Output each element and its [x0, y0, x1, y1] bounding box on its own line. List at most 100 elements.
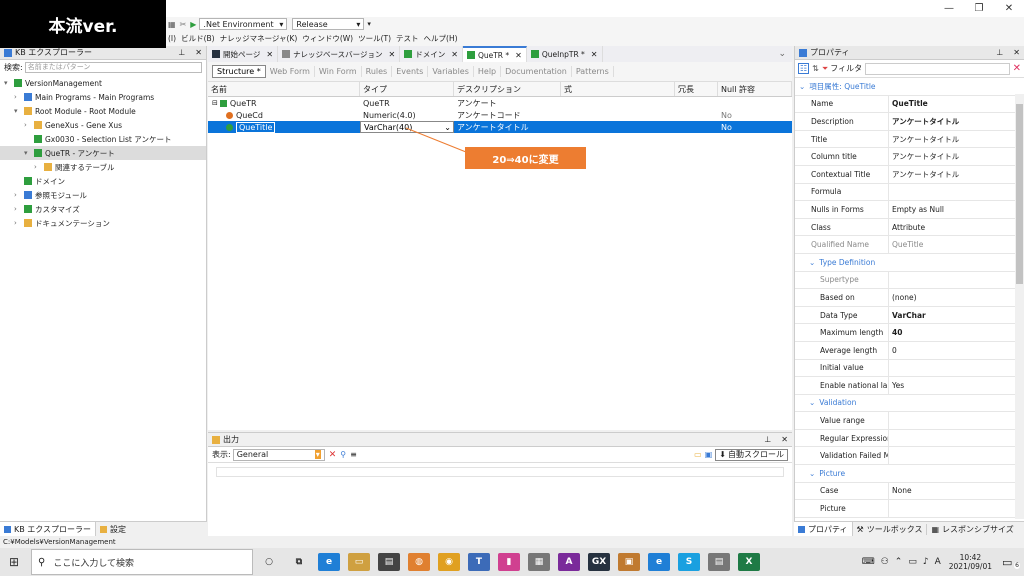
property-value[interactable]: VarChar: [889, 307, 1024, 324]
subtab[interactable]: Patterns: [572, 66, 614, 77]
volume-icon[interactable]: ♪: [923, 557, 929, 567]
cell-redundant[interactable]: [675, 97, 718, 109]
property-category[interactable]: ⌄ Picture: [795, 465, 1024, 483]
output-source-combo[interactable]: General ▾: [232, 448, 325, 461]
tree-item[interactable]: Gx0030 - Selection List アンケート: [0, 132, 206, 146]
table-row[interactable]: QueTitle VarChar(40) ⌄ アンケートタイトル No: [208, 121, 792, 133]
expander-icon[interactable]: ›: [14, 93, 22, 101]
property-row[interactable]: Average length 0: [795, 341, 1024, 360]
store-icon[interactable]: ▤: [378, 553, 400, 571]
property-value[interactable]: 40: [889, 324, 1024, 341]
subtab[interactable]: Documentation: [501, 66, 572, 77]
taskbar-search[interactable]: ⚲ ここに入力して検索: [31, 549, 253, 575]
tree-item[interactable]: › 参照モジュール: [0, 188, 206, 202]
subtab[interactable]: Events: [392, 66, 429, 77]
property-row[interactable]: Nulls in Forms Empty as Null: [795, 201, 1024, 219]
tree-item[interactable]: › Main Programs - Main Programs: [0, 90, 206, 104]
tab-overflow-icon[interactable]: ⌄: [778, 49, 786, 59]
tree-item[interactable]: ドメイン: [0, 174, 206, 188]
property-category[interactable]: ⌄ Type Definition: [795, 254, 1024, 272]
expander-icon[interactable]: ▾: [4, 79, 12, 87]
property-row[interactable]: Description アンケートタイトル: [795, 113, 1024, 131]
close-icon[interactable]: ✕: [195, 48, 202, 57]
folder-icon[interactable]: ▭: [694, 450, 702, 459]
tree-item[interactable]: ▾ QueTR - アンケート: [0, 146, 206, 160]
doc-tab[interactable]: QueTR * ✕: [462, 46, 527, 62]
sort-icon[interactable]: ⇅: [812, 64, 819, 73]
app-t-icon[interactable]: T: [468, 553, 490, 571]
property-value[interactable]: アンケートタイトル: [889, 113, 1024, 130]
tab-properties[interactable]: プロパティ: [794, 521, 853, 537]
col-formula[interactable]: 式: [561, 82, 675, 96]
person-icon[interactable]: ⚇: [881, 557, 889, 567]
menu-item[interactable]: テスト: [396, 33, 419, 44]
col-description[interactable]: デスクリプション: [454, 82, 561, 96]
notification-icon[interactable]: ▭ 6: [1002, 556, 1020, 569]
keyboard-icon[interactable]: ⌨: [862, 557, 875, 567]
property-value[interactable]: [889, 184, 1024, 201]
col-redundant[interactable]: 冗長: [675, 82, 718, 96]
subtab[interactable]: Win Form: [315, 66, 362, 77]
cell-nullable[interactable]: [718, 97, 792, 109]
property-value[interactable]: アンケートタイトル: [889, 131, 1024, 148]
cell-redundant[interactable]: [675, 121, 718, 133]
doc-tab[interactable]: ドメイン ✕: [400, 46, 463, 62]
menu-item[interactable]: ウィンドウ(W): [302, 33, 353, 44]
overflow-icon[interactable]: ▾: [367, 20, 371, 28]
configuration-combo[interactable]: Release ▾: [292, 18, 365, 30]
close-icon[interactable]: ✕: [451, 50, 458, 59]
properties-scrollbar[interactable]: [1015, 94, 1024, 519]
tab-settings[interactable]: 設定: [96, 524, 130, 535]
menu-item[interactable]: ナレッジマネージャ(K): [220, 33, 298, 44]
chrome-icon[interactable]: ◉: [438, 553, 460, 571]
wrap-icon[interactable]: ≡: [350, 450, 357, 459]
cell-name[interactable]: ⊟ QueTR: [208, 97, 360, 109]
output-text[interactable]: [216, 467, 784, 477]
cell-nullable[interactable]: No: [718, 109, 792, 121]
grid-icon[interactable]: ▦: [168, 20, 176, 29]
property-row[interactable]: Regular Expression: [795, 429, 1024, 448]
run-icon[interactable]: ▶: [190, 20, 196, 29]
cell-formula[interactable]: [561, 97, 675, 109]
edge-icon[interactable]: e: [318, 553, 340, 571]
cell-type[interactable]: QueTR: [360, 97, 454, 109]
cell-nullable[interactable]: No: [718, 121, 792, 133]
property-row[interactable]: Data Type VarChar: [795, 306, 1024, 325]
property-row[interactable]: Title アンケートタイトル: [795, 130, 1024, 149]
property-value[interactable]: アンケートタイトル: [889, 148, 1024, 165]
property-value[interactable]: [889, 500, 1024, 517]
property-row[interactable]: Picture: [795, 500, 1024, 518]
property-value[interactable]: [889, 272, 1024, 289]
genexus-icon[interactable]: GX: [588, 553, 610, 571]
property-value[interactable]: [889, 360, 1024, 377]
tree-item[interactable]: › カスタマイズ: [0, 202, 206, 216]
app-pink-icon[interactable]: ▮: [498, 553, 520, 571]
cell-description[interactable]: アンケート: [454, 97, 561, 109]
cell-formula[interactable]: [561, 121, 675, 133]
kb-filter-input[interactable]: 名前またはパターン: [24, 61, 202, 73]
property-row[interactable]: Contextual Title アンケートタイトル: [795, 165, 1024, 184]
expander-icon[interactable]: ›: [14, 219, 22, 227]
cell-name[interactable]: QueCd: [208, 109, 360, 121]
table-row[interactable]: ⊟ QueTR QueTR アンケート: [208, 97, 792, 109]
tab-kb-explorer[interactable]: KB エクスプローラー: [0, 521, 97, 537]
property-row[interactable]: Enable national langYes: [795, 377, 1024, 395]
cell-name[interactable]: QueTitle: [208, 121, 360, 133]
menu-item[interactable]: (I): [168, 34, 176, 43]
app-purple-icon[interactable]: A: [558, 553, 580, 571]
app-gray2-icon[interactable]: ▤: [708, 553, 730, 571]
property-row[interactable]: Formula: [795, 183, 1024, 202]
col-type[interactable]: タイプ: [360, 82, 454, 96]
subtab[interactable]: Rules: [362, 66, 393, 77]
pin-icon[interactable]: ⊥: [764, 435, 771, 444]
skype-icon[interactable]: S: [678, 553, 700, 571]
clock[interactable]: 10:42 2021/09/01: [949, 553, 992, 571]
ie-icon[interactable]: e: [648, 553, 670, 571]
tree-item[interactable]: › GeneXus - Gene Xus: [0, 118, 206, 132]
property-value[interactable]: [889, 430, 1024, 447]
cortana-icon[interactable]: ○: [258, 553, 280, 571]
minimize-icon[interactable]: —: [934, 3, 964, 14]
subtab[interactable]: Help: [474, 66, 502, 77]
collapse-icon[interactable]: ⊟: [212, 99, 218, 107]
doc-tab[interactable]: ナレッジベースバージョン ✕: [278, 46, 401, 62]
